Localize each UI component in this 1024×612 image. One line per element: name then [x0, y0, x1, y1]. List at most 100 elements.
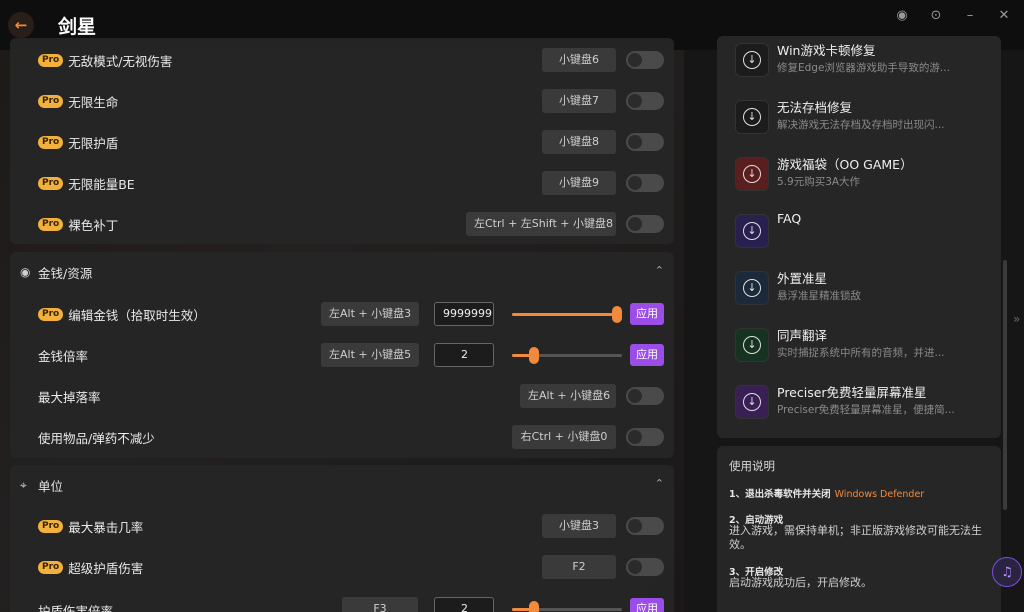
pro-badge: Pro: [38, 217, 64, 231]
pro-badge: Pro: [38, 519, 64, 533]
tool-desc: 解决游戏无法存档及存档时出现闪...: [777, 119, 945, 131]
usage-step-1: 1、退出杀毒软件并关闭 Windows Defender: [729, 486, 924, 500]
tool-item[interactable]: ↓ 无法存档修复 解决游戏无法存档及存档时出现闪...: [735, 97, 995, 149]
hotkey-button[interactable]: 小键盘7: [542, 89, 616, 113]
hotkey-button[interactable]: F2: [542, 555, 616, 579]
minimize-icon[interactable]: –: [960, 8, 980, 23]
hotkey-button[interactable]: 左Ctrl + 左Shift + 小键盘8: [466, 212, 616, 236]
value-slider[interactable]: [512, 347, 622, 364]
cheat-label: 最大暴击几率: [68, 519, 144, 535]
hotkey-button[interactable]: 小键盘9: [542, 171, 616, 195]
money-section: ◉ 金钱/资源 ⌃ Pro 编辑金钱（拾取时生效） 左Alt + 小键盘3 99…: [10, 252, 674, 458]
tool-desc: Preciser免费轻量屏幕准星，便捷简...: [777, 404, 955, 416]
cheat-row: 使用物品/弹药不减少 右Ctrl + 小键盘0: [10, 417, 674, 457]
tool-item[interactable]: ↓ 同声翻译 实时捕捉系统中所有的音频，并进...: [735, 325, 995, 377]
slider-thumb[interactable]: [529, 601, 539, 612]
cheat-label: 使用物品/弹药不减少: [38, 430, 155, 446]
cheat-row: Pro 无限生命 小键盘7: [10, 81, 674, 121]
value-input[interactable]: 2: [434, 343, 494, 367]
tool-item[interactable]: ↓ 游戏福袋（OO GAME） 5.9元购买3A大作: [735, 154, 995, 206]
section-header[interactable]: ⌖ 单位 ⌃: [10, 465, 674, 505]
usage-step-3-text: 启动游戏成功后，开启修改。: [729, 576, 872, 589]
tool-title: Win游戏卡顿修复: [777, 43, 876, 58]
apply-button[interactable]: 应用: [630, 344, 664, 366]
scrollbar[interactable]: [1003, 260, 1007, 510]
close-icon[interactable]: ✕: [994, 8, 1014, 23]
tool-desc: 修复Edge浏览器游戏助手导致的游...: [777, 62, 950, 74]
slider-thumb[interactable]: [529, 347, 539, 364]
hotkey-button[interactable]: 小键盘8: [542, 130, 616, 154]
cheat-toggle[interactable]: [626, 133, 664, 151]
cheat-toggle[interactable]: [626, 558, 664, 576]
cheat-label: 最大掉落率: [38, 389, 101, 405]
cheat-row: Pro 无限能量BE 小键盘9: [10, 163, 674, 203]
cheat-label: 无限生命: [68, 94, 119, 110]
chevron-right-icon[interactable]: »: [1013, 312, 1020, 326]
cheat-label: 超级护盾伤害: [68, 560, 144, 576]
headset-icon[interactable]: ♫: [992, 557, 1022, 587]
cheat-row: Pro 裸色补丁 左Ctrl + 左Shift + 小键盘8: [10, 204, 674, 244]
download-icon: ↓: [743, 279, 761, 297]
tool-icon: ↓: [735, 157, 769, 191]
tool-desc: 5.9元购买3A大作: [777, 176, 861, 188]
tool-title: 同声翻译: [777, 328, 828, 343]
tool-icon: ↓: [735, 43, 769, 77]
tool-icon: ↓: [735, 385, 769, 419]
usage-title: 使用说明: [729, 459, 775, 473]
download-icon: ↓: [743, 336, 761, 354]
usage-panel: 使用说明 1、退出杀毒软件并关闭 Windows Defender 2、启动游戏 …: [717, 446, 1001, 612]
user-icon[interactable]: ◉: [892, 8, 912, 23]
value-input[interactable]: 2: [434, 597, 494, 612]
value-input[interactable]: 9999999: [434, 302, 494, 326]
back-button[interactable]: ←: [8, 12, 34, 38]
settings-icon[interactable]: ⊙: [926, 8, 946, 23]
hotkey-button[interactable]: 左Alt + 小键盘5: [321, 343, 419, 367]
cheat-row: 最大掉落率 左Alt + 小键盘6: [10, 376, 674, 416]
cheat-toggle[interactable]: [626, 428, 664, 446]
slider-fill: [512, 313, 622, 316]
download-icon: ↓: [743, 393, 761, 411]
tool-item[interactable]: ↓ FAQ: [735, 211, 995, 263]
cheat-toggle[interactable]: [626, 215, 664, 233]
hotkey-button[interactable]: F3: [342, 597, 418, 612]
slider-thumb[interactable]: [612, 306, 622, 323]
hotkey-button[interactable]: 左Alt + 小键盘6: [520, 384, 616, 408]
tool-item[interactable]: ↓ 外置准星 悬浮准星精准锁敌: [735, 268, 995, 320]
cheat-toggle[interactable]: [626, 387, 664, 405]
money-bag-icon: ◉: [20, 265, 31, 279]
hotkey-button[interactable]: 右Ctrl + 小键盘0: [512, 425, 616, 449]
value-slider[interactable]: [512, 306, 622, 323]
window-controls: ◉ ⊙ – ✕: [892, 8, 1014, 23]
pro-badge: Pro: [38, 307, 64, 321]
hotkey-button[interactable]: 左Alt + 小键盘3: [321, 302, 419, 326]
value-slider[interactable]: [512, 601, 622, 612]
cheat-row: Pro 编辑金钱（拾取时生效） 左Alt + 小键盘3 9999999 应用: [10, 294, 674, 334]
cheat-label: 无限能量BE: [68, 176, 135, 192]
tools-panel: ↓ Win游戏卡顿修复 修复Edge浏览器游戏助手导致的游... ↓ 无法存档修…: [717, 36, 1001, 438]
download-icon: ↓: [743, 222, 761, 240]
tool-item[interactable]: ↓ Preciser免费轻量屏幕准星 Preciser免费轻量屏幕准星，便捷简.…: [735, 382, 995, 434]
chevron-up-icon[interactable]: ⌃: [655, 477, 664, 490]
section-header[interactable]: ◉ 金钱/资源 ⌃: [10, 252, 674, 292]
cheat-toggle[interactable]: [626, 51, 664, 69]
unit-section: ⌖ 单位 ⌃ Pro 最大暴击几率 小键盘3 Pro 超级护盾伤害 F2 护盾伤…: [10, 465, 674, 612]
download-icon: ↓: [743, 165, 761, 183]
cheat-toggle[interactable]: [626, 92, 664, 110]
cheat-label: 无敌模式/无视伤害: [68, 53, 173, 69]
cheat-row: Pro 超级护盾伤害 F2: [10, 547, 674, 587]
hotkey-button[interactable]: 小键盘3: [542, 514, 616, 538]
apply-button[interactable]: 应用: [630, 303, 664, 325]
cheat-label: 裸色补丁: [68, 217, 119, 233]
cheat-toggle[interactable]: [626, 517, 664, 535]
tool-title: 外置准星: [777, 271, 828, 286]
cheat-label: 护盾伤害倍率: [38, 604, 114, 612]
chevron-up-icon[interactable]: ⌃: [655, 264, 664, 277]
hotkey-button[interactable]: 小键盘6: [542, 48, 616, 72]
tool-item[interactable]: ↓ Win游戏卡顿修复 修复Edge浏览器游戏助手导致的游...: [735, 40, 995, 92]
cheat-toggle[interactable]: [626, 174, 664, 192]
tool-icon: ↓: [735, 100, 769, 134]
apply-button[interactable]: 应用: [630, 598, 664, 612]
tool-desc: 悬浮准星精准锁敌: [777, 290, 861, 302]
pro-badge: Pro: [38, 176, 64, 190]
tool-icon: ↓: [735, 328, 769, 362]
